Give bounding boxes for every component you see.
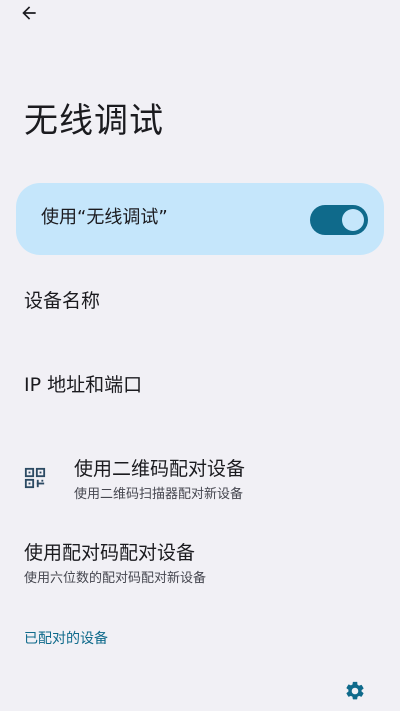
qr-code-scanner-icon [24, 467, 46, 489]
pair-with-code-row[interactable]: 使用配对码配对设备 使用六位数的配对码配对新设备 [24, 539, 206, 589]
main-switch-label: 使用“无线调试” [41, 207, 168, 228]
gear-icon [346, 681, 364, 700]
toggle-knob [342, 209, 364, 231]
pair-code-title: 使用配对码配对设备 [24, 542, 196, 564]
wireless-debugging-toggle[interactable] [310, 205, 368, 235]
ip-address-port-row[interactable]: IP 地址和端口 [24, 371, 142, 399]
use-wireless-debugging-switch-row[interactable]: 使用“无线调试” [16, 183, 384, 255]
wireless-debugging-screen: 无线调试 使用“无线调试” 设备名称 IP 地址和端口 使用二维码配对设备 使用… [0, 0, 400, 711]
pair-with-qr-code-row[interactable]: 使用二维码配对设备 使用二维码扫描器配对新设备 [74, 455, 245, 505]
pair-qr-summary: 使用二维码扫描器配对新设备 [74, 487, 244, 502]
paired-devices-header: 已配对的设备 [24, 631, 108, 647]
device-name-row[interactable]: 设备名称 [24, 287, 100, 315]
pair-code-summary: 使用六位数的配对码配对新设备 [24, 571, 207, 586]
ip-address-port-title: IP 地址和端口 [24, 374, 143, 396]
page-title: 无线调试 [24, 101, 164, 141]
paired-devices-settings-button[interactable] [340, 676, 370, 706]
pair-qr-title: 使用二维码配对设备 [74, 458, 246, 480]
back-button[interactable] [14, 0, 44, 26]
device-name-title: 设备名称 [24, 290, 101, 312]
arrow-left-icon [22, 6, 36, 20]
